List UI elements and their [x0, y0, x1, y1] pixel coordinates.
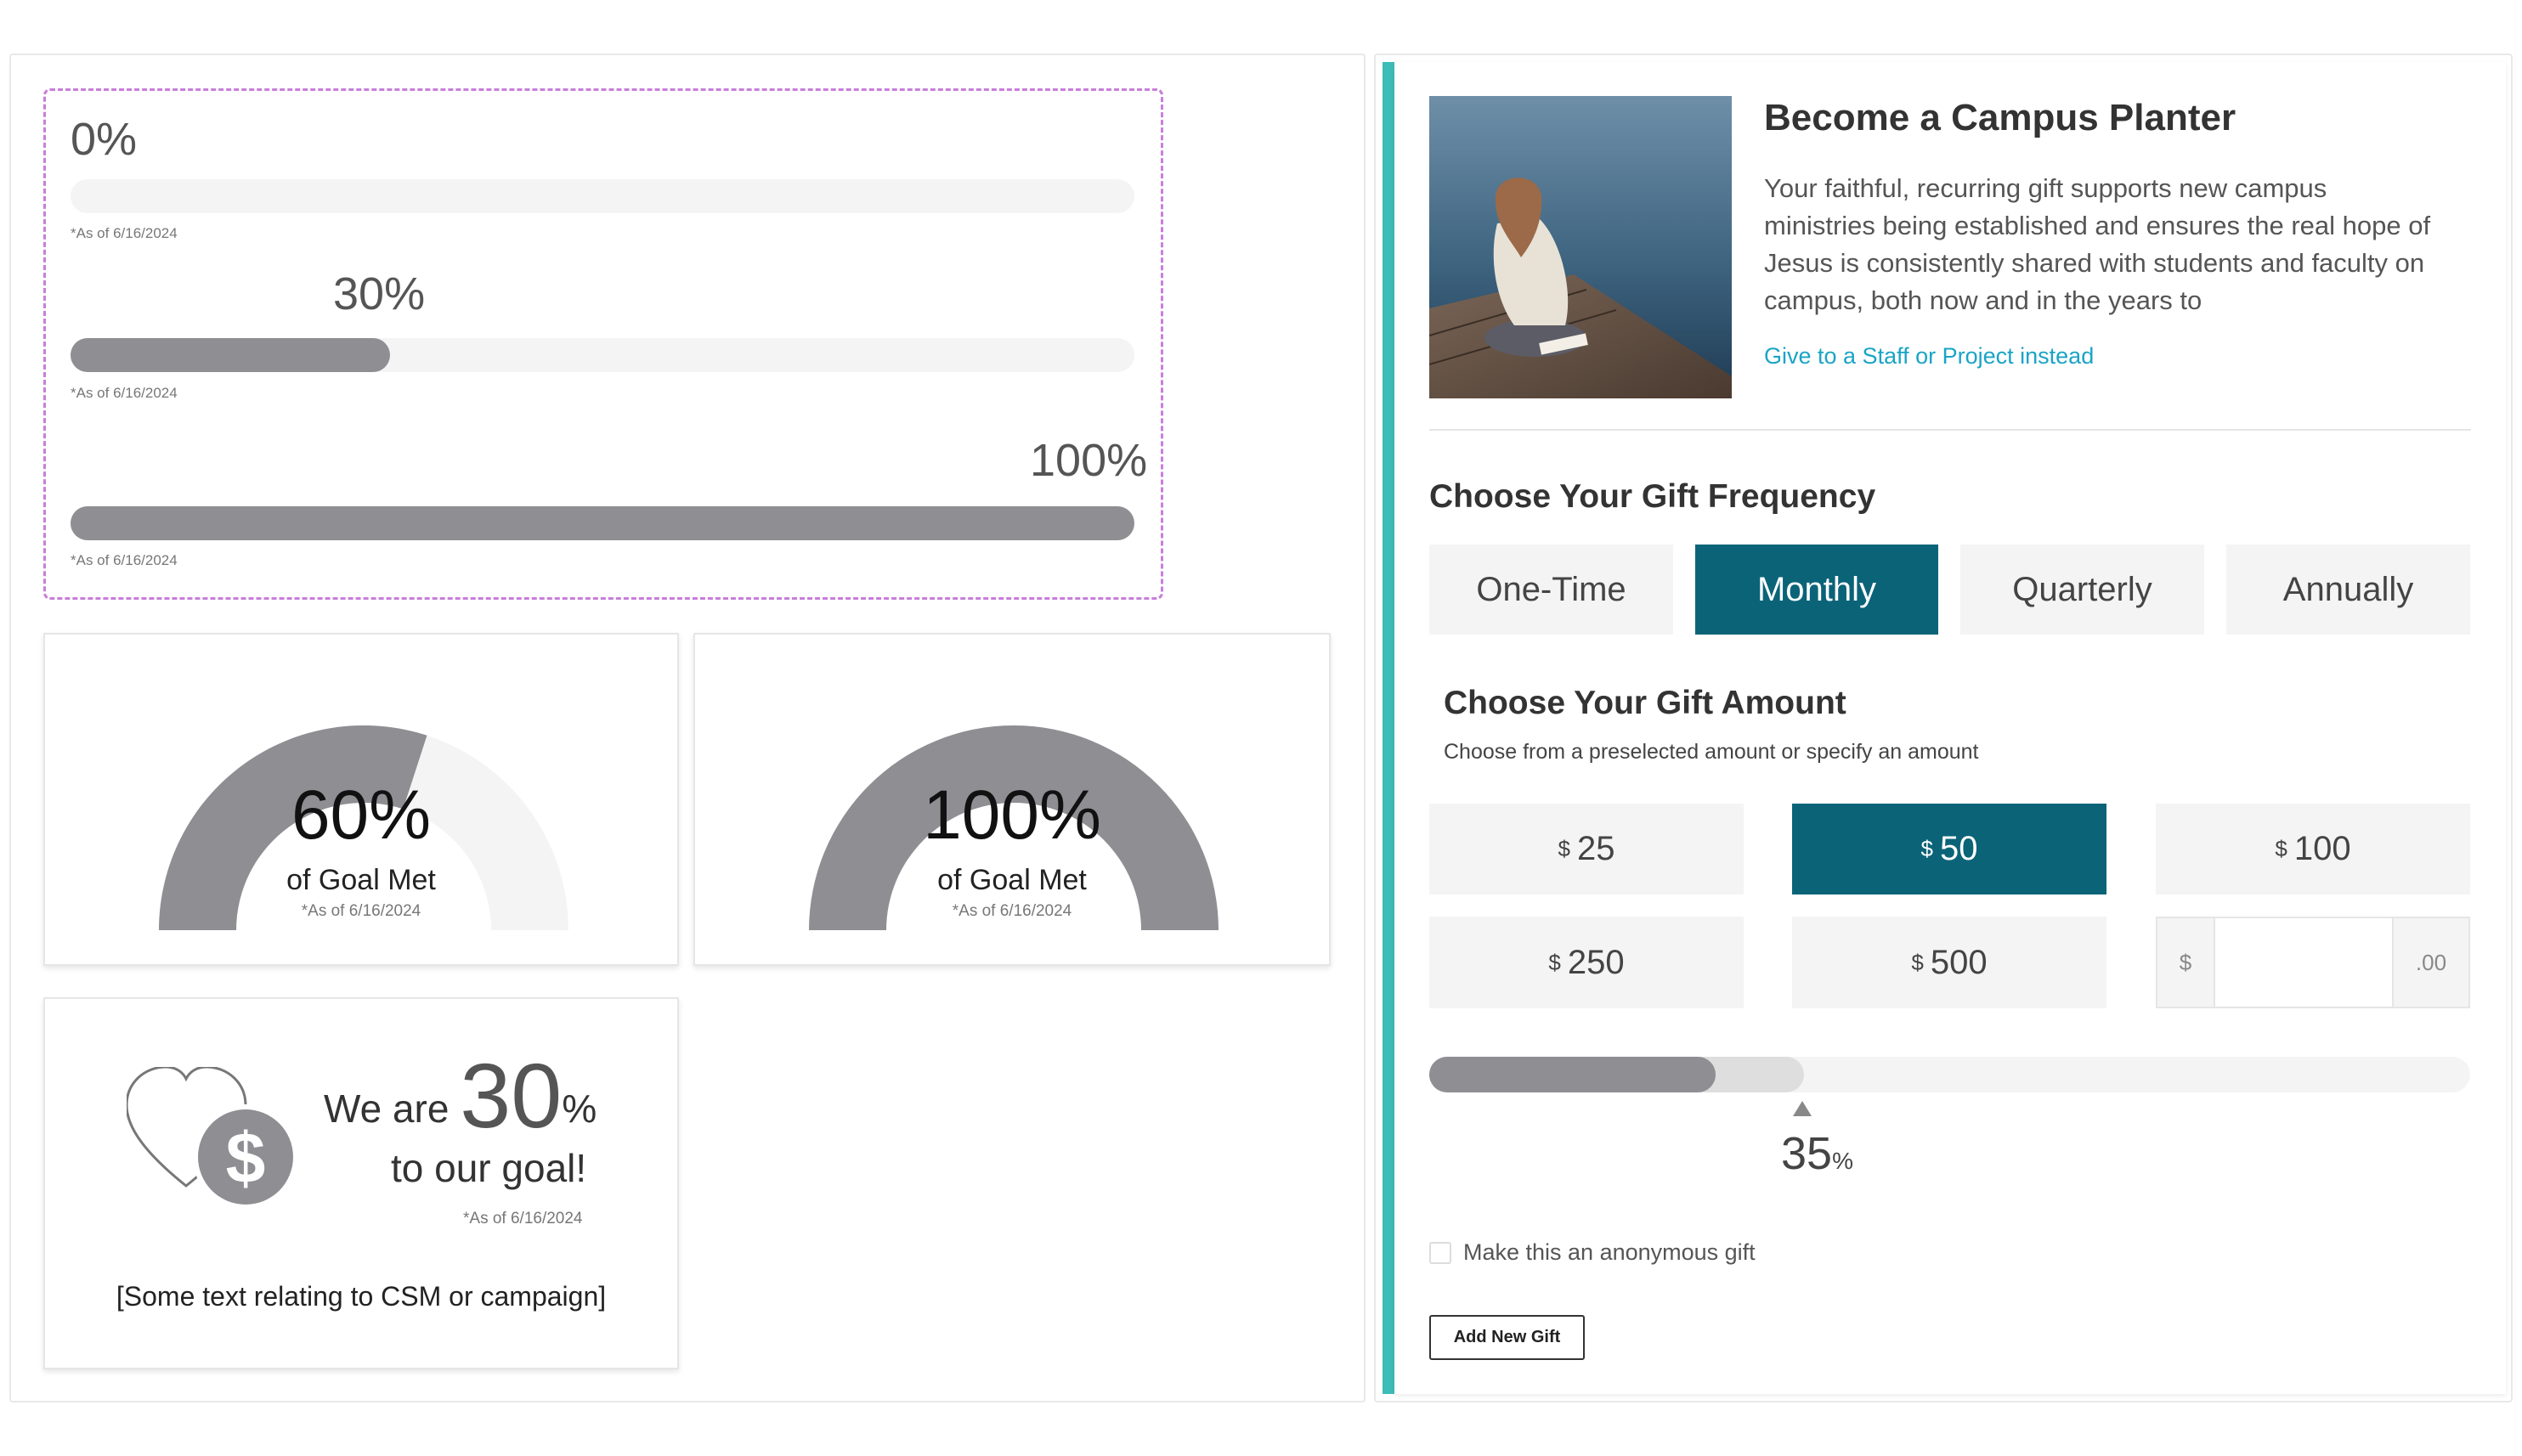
gauge-card-60: 60% of Goal Met *As of 6/16/2024: [43, 633, 679, 966]
progress-track-2: [71, 506, 1134, 540]
goal-number: 30: [460, 1044, 563, 1147]
amount-value: 500: [1930, 943, 1988, 981]
amount-title: Choose Your Gift Amount: [1444, 685, 1846, 721]
gauge-caption: of Goal Met: [286, 864, 436, 896]
goal-asof: *As of 6/16/2024: [463, 1210, 583, 1227]
currency-symbol: $: [1911, 949, 1924, 975]
frequency-annually[interactable]: Annually: [2226, 545, 2470, 635]
amount-500-button[interactable]: $500: [1792, 917, 2106, 1008]
goal-headline: We are 30%: [324, 1050, 597, 1142]
amount-value: 100: [2293, 830, 2351, 867]
custom-amount-suffix: .00: [2392, 918, 2468, 1007]
amount-100-button[interactable]: $100: [2156, 804, 2470, 894]
goal-text-after: to our goal!: [391, 1146, 587, 1190]
amount-subtitle: Choose from a preselected amount or spec…: [1444, 740, 1979, 764]
amount-250-button[interactable]: $250: [1429, 917, 1744, 1008]
gauge-asof: *As of 6/16/2024: [301, 902, 421, 920]
anonymous-label: Make this an anonymous gift: [1463, 1239, 1756, 1265]
progress-label-2: 100%: [1030, 435, 1148, 486]
progress-asof-2: *As of 6/16/2024: [71, 552, 178, 568]
currency-symbol: $: [1920, 836, 1933, 861]
gauge-value: 60%: [291, 776, 432, 854]
progress-unit: %: [1832, 1148, 1853, 1174]
frequency-monthly[interactable]: Monthly: [1695, 545, 1938, 635]
goal-card: $ We are 30% to our goal! *As of 6/16/20…: [43, 997, 679, 1369]
progress-marker-value: 35%: [1781, 1127, 1853, 1180]
progress-marker-icon: [1793, 1101, 1812, 1116]
campaign-progress-fill: [1429, 1057, 1716, 1092]
currency-symbol: $: [1548, 949, 1561, 975]
amount-50-button[interactable]: $50: [1792, 804, 2106, 894]
accent-bar: [1383, 62, 1394, 1394]
gauge-card-100: 100% of Goal Met *As of 6/16/2024: [693, 633, 1331, 966]
currency-symbol: $: [2275, 836, 2287, 861]
amount-value: 25: [1576, 830, 1615, 867]
hero-body: Your faithful, recurring gift supports n…: [1764, 173, 2431, 315]
custom-amount-input[interactable]: [2215, 918, 2390, 1007]
progress-track-0: [71, 179, 1134, 213]
custom-amount-field: $ .00: [2156, 917, 2470, 1008]
add-new-gift-button[interactable]: Add New Gift: [1429, 1315, 1585, 1360]
campaign-progress-bar: [1429, 1057, 2470, 1092]
divider: [1429, 429, 2471, 431]
heart-dollar-icon: $: [127, 1067, 298, 1210]
progress-fill-1: [71, 338, 390, 372]
gauge-asof: *As of 6/16/2024: [952, 902, 1072, 920]
progress-label-0: 0%: [71, 114, 138, 165]
anonymous-checkbox[interactable]: [1429, 1242, 1451, 1264]
campus-photo: [1429, 96, 1732, 398]
gauge-caption: of Goal Met: [937, 864, 1087, 896]
progress-fill-2: [71, 506, 1134, 540]
progress-asof-1: *As of 6/16/2024: [71, 385, 178, 401]
progress-track-1: [71, 338, 1134, 372]
amount-value: 50: [1939, 830, 1978, 867]
goal-percent-sign: %: [562, 1086, 597, 1131]
frequency-quarterly[interactable]: Quarterly: [1960, 545, 2204, 635]
progress-asof-0: *As of 6/16/2024: [71, 225, 178, 241]
custom-amount-prefix: $: [2157, 918, 2215, 1007]
gauge-value: 100%: [923, 776, 1101, 854]
frequency-one-time[interactable]: One-Time: [1429, 545, 1673, 635]
give-to-staff-link[interactable]: Give to a Staff or Project instead: [1764, 343, 2094, 370]
svg-text:$: $: [226, 1118, 266, 1198]
currency-symbol: $: [1558, 836, 1570, 861]
goal-caption: [Some text relating to CSM or campaign]: [116, 1281, 607, 1312]
amount-value: 250: [1567, 943, 1625, 981]
progress-label-1: 30%: [333, 268, 426, 319]
goal-text-before: We are: [324, 1086, 450, 1131]
frequency-title: Choose Your Gift Frequency: [1429, 478, 1876, 515]
progress-value: 35: [1781, 1128, 1833, 1179]
amount-25-button[interactable]: $25: [1429, 804, 1744, 894]
hero-title: Become a Campus Planter: [1764, 97, 2236, 138]
